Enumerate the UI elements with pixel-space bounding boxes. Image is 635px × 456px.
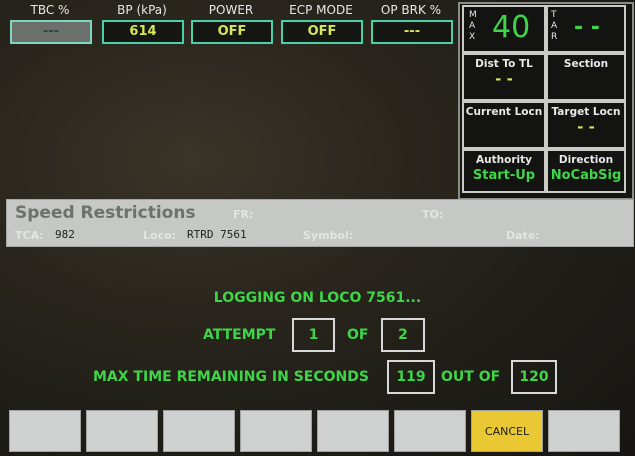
ecp-mode-label: ECP MODE — [289, 3, 353, 17]
symbol-label: Symbol: — [303, 229, 354, 242]
of-label: OF — [347, 327, 369, 343]
authority-title: Authority — [476, 154, 532, 166]
ecp-mode-value: OFF — [281, 20, 363, 44]
power-value: OFF — [191, 20, 273, 44]
loco-value: RTRD 7561 — [187, 228, 247, 241]
speed-restrictions-title: Speed Restrictions — [15, 203, 196, 223]
current-locn-title: Current Locn — [465, 106, 543, 118]
softkey-3[interactable] — [163, 410, 235, 452]
target-speed-cell: TAR - - — [546, 5, 626, 53]
tbc-value: --- — [10, 20, 92, 44]
direction-value: NoCabSig — [550, 168, 622, 183]
section-cell: Section — [546, 53, 626, 101]
cancel-button[interactable]: CANCEL — [471, 410, 543, 452]
op-brk-label: OP BRK % — [380, 3, 442, 17]
softkey-1[interactable] — [9, 410, 81, 452]
loco-label: Loco: — [143, 229, 177, 242]
target-locn-cell: Target Locn - - — [546, 101, 626, 149]
softkey-5[interactable] — [317, 410, 389, 452]
target-speed-value: - - — [574, 15, 600, 40]
tca-label: TCA: — [15, 229, 44, 242]
max-speed-value: 40 — [492, 10, 531, 45]
softkey-2[interactable] — [86, 410, 158, 452]
tca-value: 982 — [55, 228, 75, 241]
op-brk-value: --- — [371, 20, 453, 44]
softkey-6[interactable] — [394, 410, 466, 452]
attempt-count: 1 — [292, 318, 335, 352]
dist-to-tl-value: - - — [495, 70, 513, 88]
target-locn-value: - - — [577, 118, 595, 136]
date-label: Date: — [506, 229, 540, 242]
bp-value: 614 — [102, 20, 184, 44]
to-label: TO: — [422, 208, 444, 221]
tar-label: TAR — [551, 10, 558, 42]
time-remaining-label: MAX TIME REMAINING IN SECONDS — [93, 369, 369, 385]
direction-cell: Direction NoCabSig — [546, 149, 626, 193]
direction-title: Direction — [558, 154, 614, 166]
logon-message: LOGGING ON LOCO 7561... — [213, 290, 422, 306]
dist-to-tl-cell: Dist To TL - - — [462, 53, 546, 101]
power-label: POWER — [208, 3, 254, 17]
target-locn-title: Target Locn — [551, 106, 621, 118]
tbc-label: TBC % — [30, 3, 70, 17]
section-title: Section — [563, 58, 609, 70]
max-label: MAX — [469, 10, 477, 42]
softkey-4[interactable] — [240, 410, 312, 452]
current-locn-cell: Current Locn — [462, 101, 546, 149]
authority-cell: Authority Start-Up — [462, 149, 546, 193]
attempt-total: 2 — [381, 318, 425, 352]
time-remaining-value: 119 — [387, 360, 435, 394]
out-of-label: OUT OF — [441, 369, 501, 385]
max-speed-cell: MAX 40 — [462, 5, 546, 53]
authority-value: Start-Up — [472, 168, 536, 183]
time-total: 120 — [511, 360, 557, 394]
dist-to-tl-title: Dist To TL — [475, 58, 533, 70]
softkey-8[interactable] — [548, 410, 620, 452]
speed-restrictions-bar: Speed Restrictions FR: TO: TCA: 982 Loco… — [6, 199, 634, 247]
attempt-label: ATTEMPT — [203, 327, 276, 343]
fr-label: FR: — [233, 208, 254, 221]
bp-label: BP (kPa) — [117, 3, 167, 17]
